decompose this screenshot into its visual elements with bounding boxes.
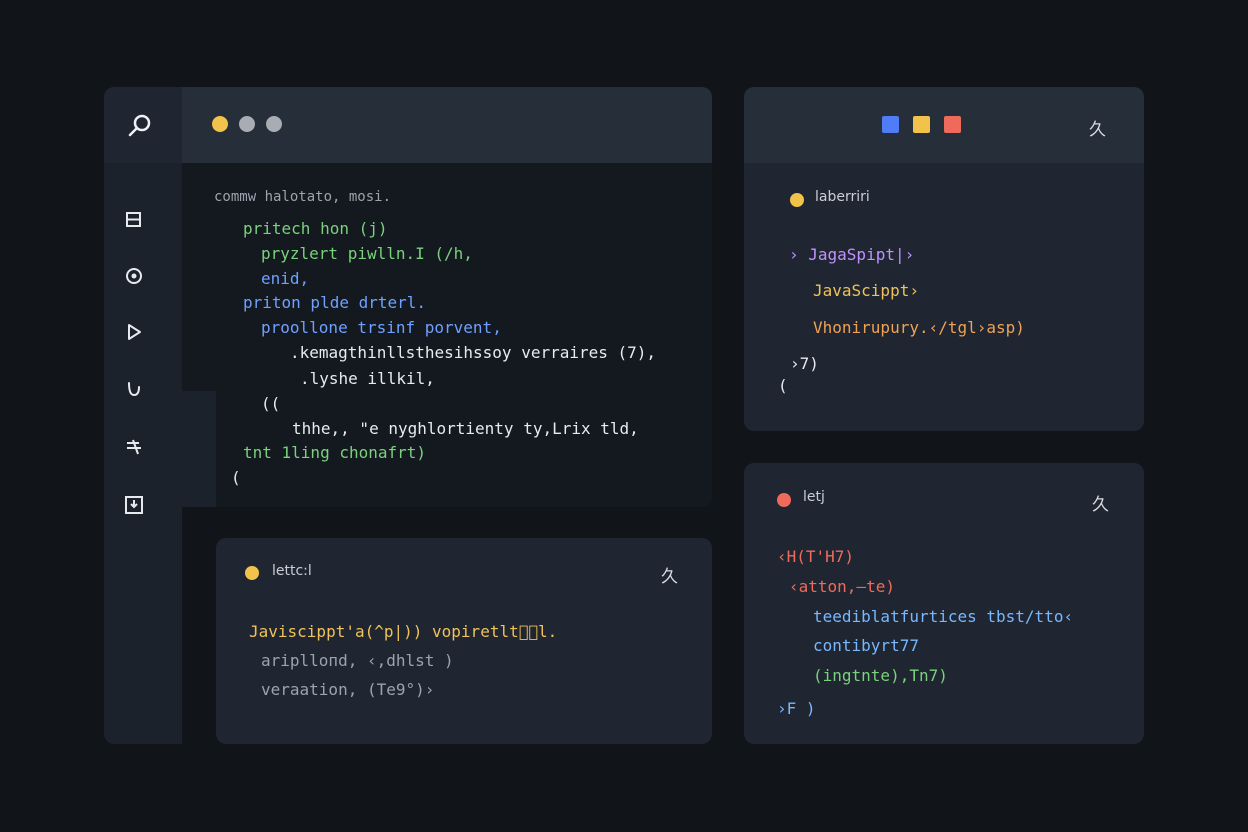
tool-icon[interactable]: 久 [1089, 115, 1106, 140]
panel-tab-label[interactable]: laberriri [815, 189, 870, 205]
code-line: (ingtnte),Tn7) [813, 666, 948, 685]
desktop: { "main_editor": { "header_line": "commw… [0, 0, 1248, 832]
code-line: › JagaSpipt|› [789, 245, 915, 264]
code-line: (( [261, 394, 281, 413]
status-dot-red [777, 493, 791, 507]
status-dot-yellow [245, 566, 259, 580]
code-line: ›F ) [777, 699, 816, 718]
code-line: Vhonirupury.‹/tgl›asp) [813, 318, 1025, 337]
code-line: ( [778, 376, 788, 395]
code-line: tnt 1ling chonafrt) [243, 443, 427, 462]
code-line: pritech hon (j) [243, 219, 388, 238]
code-line: .kemagthinllsthesihssoy verraires (7), [290, 343, 657, 362]
code-line: ( [231, 468, 241, 487]
window-dot-yellow[interactable] [212, 116, 228, 132]
code-line: ›7) [790, 354, 819, 373]
swatch-red[interactable] [944, 116, 961, 133]
code-line: pryzlert piwlln.I (/h, [261, 244, 473, 263]
editor-header-line: commw halotato, mosi. [214, 189, 392, 205]
panel-tab-label[interactable]: letj [803, 489, 825, 505]
sidebar [104, 87, 182, 744]
download-icon[interactable] [124, 495, 144, 515]
settings-icon[interactable] [124, 266, 144, 286]
tool-icon[interactable]: 久 [1092, 490, 1109, 515]
code-line: thhe,, "e nyghlortienty ty,Lrix tld, [292, 419, 639, 438]
code-line: .lyshe illkil, [300, 369, 435, 388]
code-line: proollone trsinf porvent, [261, 318, 502, 337]
branch-icon[interactable] [124, 379, 144, 399]
list-icon[interactable] [124, 437, 144, 457]
swatch-yellow[interactable] [913, 116, 930, 133]
tool-icon[interactable]: 久 [661, 562, 678, 587]
code-line: teediblatfurtices tbst/tto‹ [813, 607, 1074, 626]
code-line: veraation, (Te9°)› [261, 680, 435, 699]
window-dot-gray[interactable] [239, 116, 255, 132]
status-dot-yellow [790, 193, 804, 207]
window-dot-gray[interactable] [266, 116, 282, 132]
code-line: ariplloпd, ‹,dhlst ) [261, 651, 454, 670]
file-icon[interactable] [124, 210, 144, 230]
code-line: ‹H(T'H7) [777, 547, 855, 566]
code-line: Javiscippt'a(^p|)) vopiretlt  l. [249, 622, 558, 641]
panel-tab-label[interactable]: lettc:l [272, 563, 312, 579]
code-line: enid, [261, 269, 310, 288]
search-icon[interactable] [126, 112, 154, 140]
swatch-blue[interactable] [882, 116, 899, 133]
editor-titlebar [182, 87, 712, 163]
code-line: ‹atton,–te) [789, 577, 895, 596]
code-line: contibyrt77 [813, 636, 919, 655]
editor-gutter [182, 391, 216, 507]
code-line: priton plde drterl. [243, 293, 427, 312]
run-icon[interactable] [124, 322, 144, 342]
code-line: JavaScippt› [813, 281, 919, 300]
